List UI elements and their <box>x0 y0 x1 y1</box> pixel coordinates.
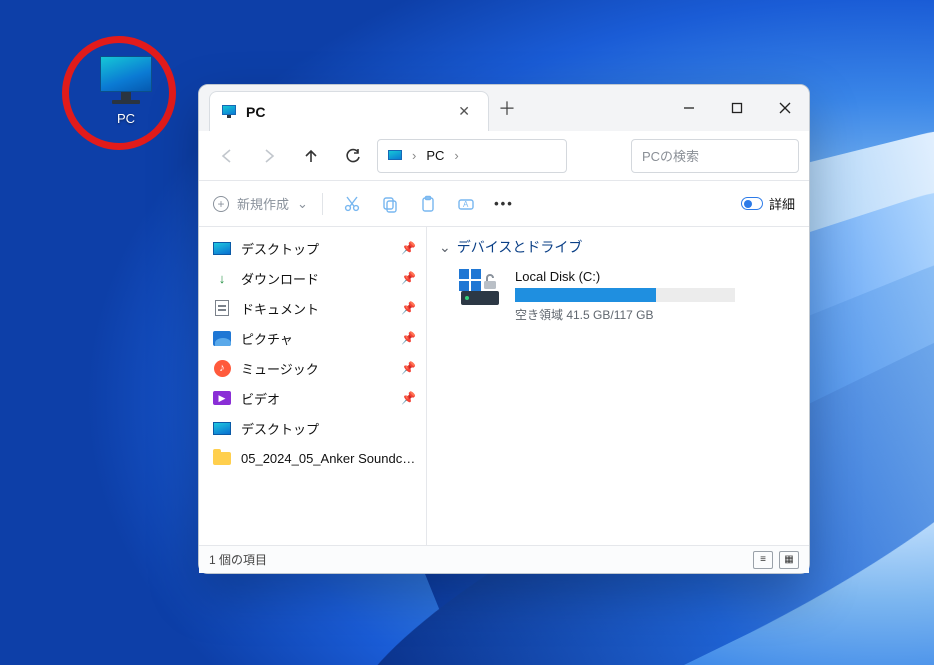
tab-title: PC <box>246 104 442 120</box>
desktop-icon-label: PC <box>78 111 174 126</box>
search-placeholder: PCの検索 <box>642 146 699 165</box>
document-icon <box>213 299 231 317</box>
chevron-right-icon: › <box>454 148 458 163</box>
new-button[interactable]: + 新規作成 ⌄ <box>213 194 308 213</box>
new-button-label: 新規作成 <box>237 194 289 213</box>
toggle-icon <box>741 197 763 210</box>
pin-icon: 📌 <box>401 271 416 285</box>
picture-icon <box>213 329 231 347</box>
chevron-right-icon: › <box>412 148 416 163</box>
pc-icon <box>222 105 236 118</box>
drive-usage-bar <box>515 288 735 302</box>
nav-item-videos[interactable]: ▶ ビデオ 📌 <box>199 383 426 413</box>
group-header-devices[interactable]: ⌄ デバイスとドライブ <box>439 233 797 261</box>
nav-item-music[interactable]: ♪ ミュージック 📌 <box>199 353 426 383</box>
music-icon: ♪ <box>213 359 231 377</box>
nav-item-downloads[interactable]: ↓ ダウンロード 📌 <box>199 263 426 293</box>
rename-button[interactable]: A <box>451 189 481 219</box>
view-grid-button[interactable]: ▦ <box>779 551 799 569</box>
maximize-icon <box>731 102 743 114</box>
refresh-button[interactable] <box>335 138 371 174</box>
more-button[interactable]: ••• <box>489 189 519 219</box>
svg-text:A: A <box>463 200 469 209</box>
pc-monitor-icon <box>100 48 152 104</box>
desktop-icon-pc[interactable]: PC <box>78 48 174 126</box>
tab-pc[interactable]: PC ✕ <box>209 91 489 131</box>
desktop-icon <box>213 419 231 437</box>
explorer-window: PC ✕ ＋ › <box>198 84 810 574</box>
up-button[interactable] <box>293 138 329 174</box>
pin-icon: 📌 <box>401 301 416 315</box>
chevron-down-icon: ⌄ <box>297 196 308 212</box>
copy-icon <box>381 195 399 213</box>
refresh-icon <box>344 147 362 165</box>
pin-icon: 📌 <box>401 391 416 405</box>
arrow-left-icon <box>218 147 236 165</box>
maximize-button[interactable] <box>713 85 761 131</box>
navigation-bar: › PC › PCの検索 <box>199 131 809 181</box>
details-label: 詳細 <box>769 194 795 213</box>
cut-button[interactable] <box>337 189 367 219</box>
arrow-up-icon <box>302 147 320 165</box>
nav-item-folder[interactable]: 05_2024_05_Anker Soundcore <box>199 443 426 473</box>
paste-button[interactable] <box>413 189 443 219</box>
titlebar: PC ✕ ＋ <box>199 85 809 131</box>
tab-close-button[interactable]: ✕ <box>452 101 476 122</box>
desktop-icon <box>213 239 231 257</box>
minimize-button[interactable] <box>665 85 713 131</box>
command-bar: + 新規作成 ⌄ A ••• 詳細 <box>199 181 809 227</box>
group-header-label: デバイスとドライブ <box>457 237 583 257</box>
view-list-button[interactable]: ≡ <box>753 551 773 569</box>
close-icon <box>779 102 791 114</box>
rename-icon: A <box>457 195 475 213</box>
copy-button[interactable] <box>375 189 405 219</box>
content-pane[interactable]: ⌄ デバイスとドライブ Local Disk (C:) 空き領域 41.5 GB… <box>427 227 809 545</box>
drive-icon <box>459 269 501 307</box>
video-icon: ▶ <box>213 389 231 407</box>
plus-circle-icon: + <box>213 196 229 212</box>
nav-item-pictures[interactable]: ピクチャ 📌 <box>199 323 426 353</box>
scissors-icon <box>343 195 361 213</box>
back-button[interactable] <box>209 138 245 174</box>
arrow-right-icon <box>260 147 278 165</box>
drive-local-disk-c[interactable]: Local Disk (C:) 空き領域 41.5 GB/117 GB <box>459 269 797 323</box>
item-count: 1 個の項目 <box>209 551 267 568</box>
unlocked-icon <box>481 273 499 291</box>
breadcrumb-pc[interactable]: PC <box>426 148 444 163</box>
forward-button[interactable] <box>251 138 287 174</box>
clipboard-icon <box>419 195 437 213</box>
drive-usage-fill <box>515 288 656 302</box>
navigation-pane[interactable]: デスクトップ 📌 ↓ ダウンロード 📌 ドキュメント 📌 ピクチャ 📌 ♪ ミュ… <box>199 227 427 545</box>
drive-name: Local Disk (C:) <box>515 269 797 284</box>
search-box[interactable]: PCの検索 <box>631 139 799 173</box>
chevron-down-icon: ⌄ <box>439 239 451 256</box>
minimize-icon <box>683 102 695 114</box>
nav-item-desktop-2[interactable]: デスクトップ <box>199 413 426 443</box>
ellipsis-icon: ••• <box>494 196 514 211</box>
pin-icon: 📌 <box>401 361 416 375</box>
list-icon: ≡ <box>760 554 766 565</box>
drive-free-space: 空き領域 41.5 GB/117 GB <box>515 306 797 323</box>
pin-icon: 📌 <box>401 331 416 345</box>
pc-icon <box>388 148 402 163</box>
folder-icon <box>213 449 231 467</box>
nav-item-desktop[interactable]: デスクトップ 📌 <box>199 233 426 263</box>
details-pane-toggle[interactable]: 詳細 <box>741 194 795 213</box>
download-icon: ↓ <box>213 269 231 287</box>
close-button[interactable] <box>761 85 809 131</box>
pin-icon: 📌 <box>401 241 416 255</box>
new-tab-button[interactable]: ＋ <box>489 85 525 131</box>
nav-item-documents[interactable]: ドキュメント 📌 <box>199 293 426 323</box>
grid-icon: ▦ <box>784 554 793 565</box>
address-bar[interactable]: › PC › <box>377 139 567 173</box>
status-bar: 1 個の項目 ≡ ▦ <box>199 545 809 573</box>
